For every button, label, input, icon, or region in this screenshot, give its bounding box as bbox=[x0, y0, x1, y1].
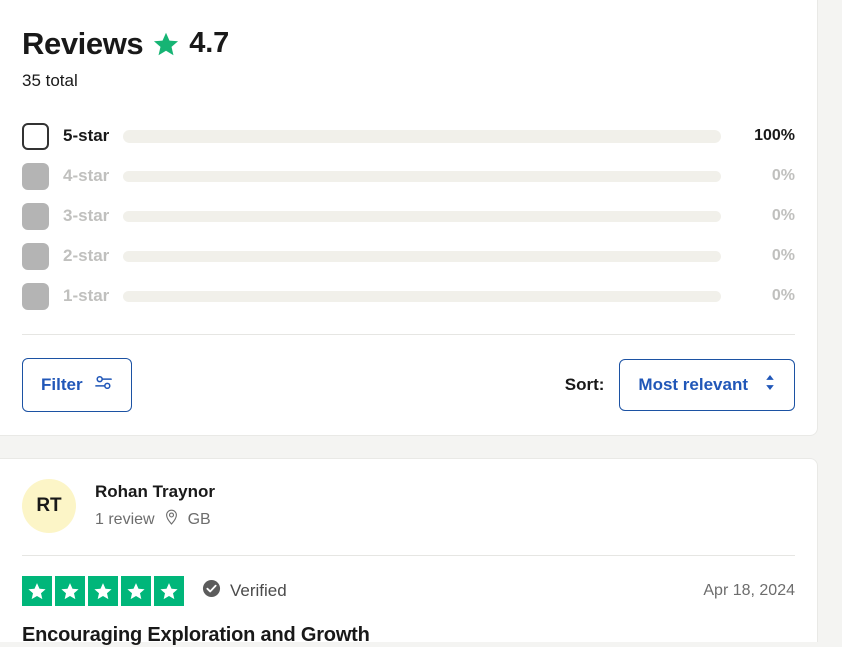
chevron-updown-icon bbox=[764, 374, 776, 396]
filter-button-label: Filter bbox=[41, 375, 83, 394]
distribution-percent-2-star: 0% bbox=[771, 247, 795, 264]
distribution-label-2-star: 2-star bbox=[63, 246, 110, 265]
sort-control: Sort: Most relevant bbox=[565, 359, 795, 411]
star-filled-icon bbox=[88, 576, 118, 606]
distribution-row-5-star[interactable]: 5-star 100% bbox=[22, 116, 795, 156]
star-filled-icon bbox=[55, 576, 85, 606]
star-filled-icon bbox=[22, 576, 52, 606]
reviewer-header[interactable]: RT Rohan Traynor 1 review GB bbox=[22, 479, 795, 533]
filter-checkbox-3-star[interactable] bbox=[22, 202, 49, 230]
distribution-bar-4-star bbox=[123, 170, 721, 182]
star-filled-icon bbox=[154, 576, 184, 606]
distribution-percent-3-star: 0% bbox=[771, 207, 795, 224]
distribution-row-1-star[interactable]: 1-star 0% bbox=[22, 276, 795, 316]
star-icon bbox=[153, 31, 179, 57]
distribution-label-1-star: 1-star bbox=[63, 286, 110, 305]
reviewer-details: Rohan Traynor 1 review GB bbox=[95, 482, 215, 531]
review-star-rating bbox=[22, 576, 184, 606]
distribution-bar-5-star bbox=[123, 129, 721, 143]
verified-label: Verified bbox=[230, 581, 287, 600]
review-card: RT Rohan Traynor 1 review GB Verified Ap… bbox=[0, 458, 818, 646]
distribution-bar-1-star bbox=[123, 290, 721, 302]
reviewer-meta: 1 review GB bbox=[95, 509, 215, 531]
filter-button[interactable]: Filter bbox=[22, 358, 132, 412]
filter-checkbox-4-star[interactable] bbox=[22, 162, 49, 190]
distribution-label-5-star: 5-star bbox=[63, 126, 110, 145]
distribution-row-4-star[interactable]: 4-star 0% bbox=[22, 156, 795, 196]
distribution-label-3-star: 3-star bbox=[63, 206, 110, 225]
distribution-label-4-star: 4-star bbox=[63, 166, 110, 185]
total-reviews-count: 35 total bbox=[22, 71, 78, 90]
review-rating-left: Verified bbox=[22, 576, 287, 606]
verified-badge: Verified bbox=[202, 579, 287, 603]
summary-divider bbox=[22, 334, 795, 335]
reviewer-name[interactable]: Rohan Traynor bbox=[95, 482, 215, 502]
reviewer-review-count: 1 review bbox=[95, 510, 155, 528]
reviews-heading-text: Reviews bbox=[22, 26, 144, 61]
distribution-percent-5-star: 100% bbox=[754, 127, 795, 144]
reviews-summary-card: Reviews 4.7 35 total 5-star 100% 4-star … bbox=[0, 0, 818, 436]
distribution-bar-3-star bbox=[123, 210, 721, 222]
average-rating-value: 4.7 bbox=[189, 27, 229, 59]
review-controls: Filter Sort: Most relevant bbox=[22, 358, 795, 412]
star-filled-icon bbox=[121, 576, 151, 606]
review-title[interactable]: Encouraging Exploration and Growth bbox=[22, 624, 795, 647]
filter-checkbox-2-star[interactable] bbox=[22, 242, 49, 270]
distribution-bar-2-star bbox=[123, 250, 721, 262]
sliders-icon bbox=[94, 373, 113, 397]
reviewer-country: GB bbox=[187, 510, 211, 528]
location-pin-icon bbox=[164, 509, 179, 531]
sort-selected-value: Most relevant bbox=[638, 375, 748, 394]
page-title: Reviews 4.7 bbox=[22, 22, 795, 59]
distribution-row-3-star[interactable]: 3-star 0% bbox=[22, 196, 795, 236]
distribution-row-2-star[interactable]: 2-star 0% bbox=[22, 236, 795, 276]
sort-dropdown[interactable]: Most relevant bbox=[619, 359, 795, 411]
review-divider bbox=[22, 555, 795, 556]
filter-checkbox-1-star[interactable] bbox=[22, 282, 49, 310]
rating-distribution: 5-star 100% 4-star 0% 3-star 0% 2-star 0… bbox=[22, 116, 795, 316]
review-rating-row: Verified Apr 18, 2024 bbox=[22, 576, 795, 606]
avatar: RT bbox=[22, 479, 76, 533]
sort-label: Sort: bbox=[564, 375, 605, 394]
filter-checkbox-5-star[interactable] bbox=[22, 122, 49, 150]
distribution-percent-4-star: 0% bbox=[771, 167, 795, 184]
review-date: Apr 18, 2024 bbox=[703, 582, 795, 599]
distribution-percent-1-star: 0% bbox=[771, 287, 795, 304]
check-circle-icon bbox=[202, 579, 221, 603]
